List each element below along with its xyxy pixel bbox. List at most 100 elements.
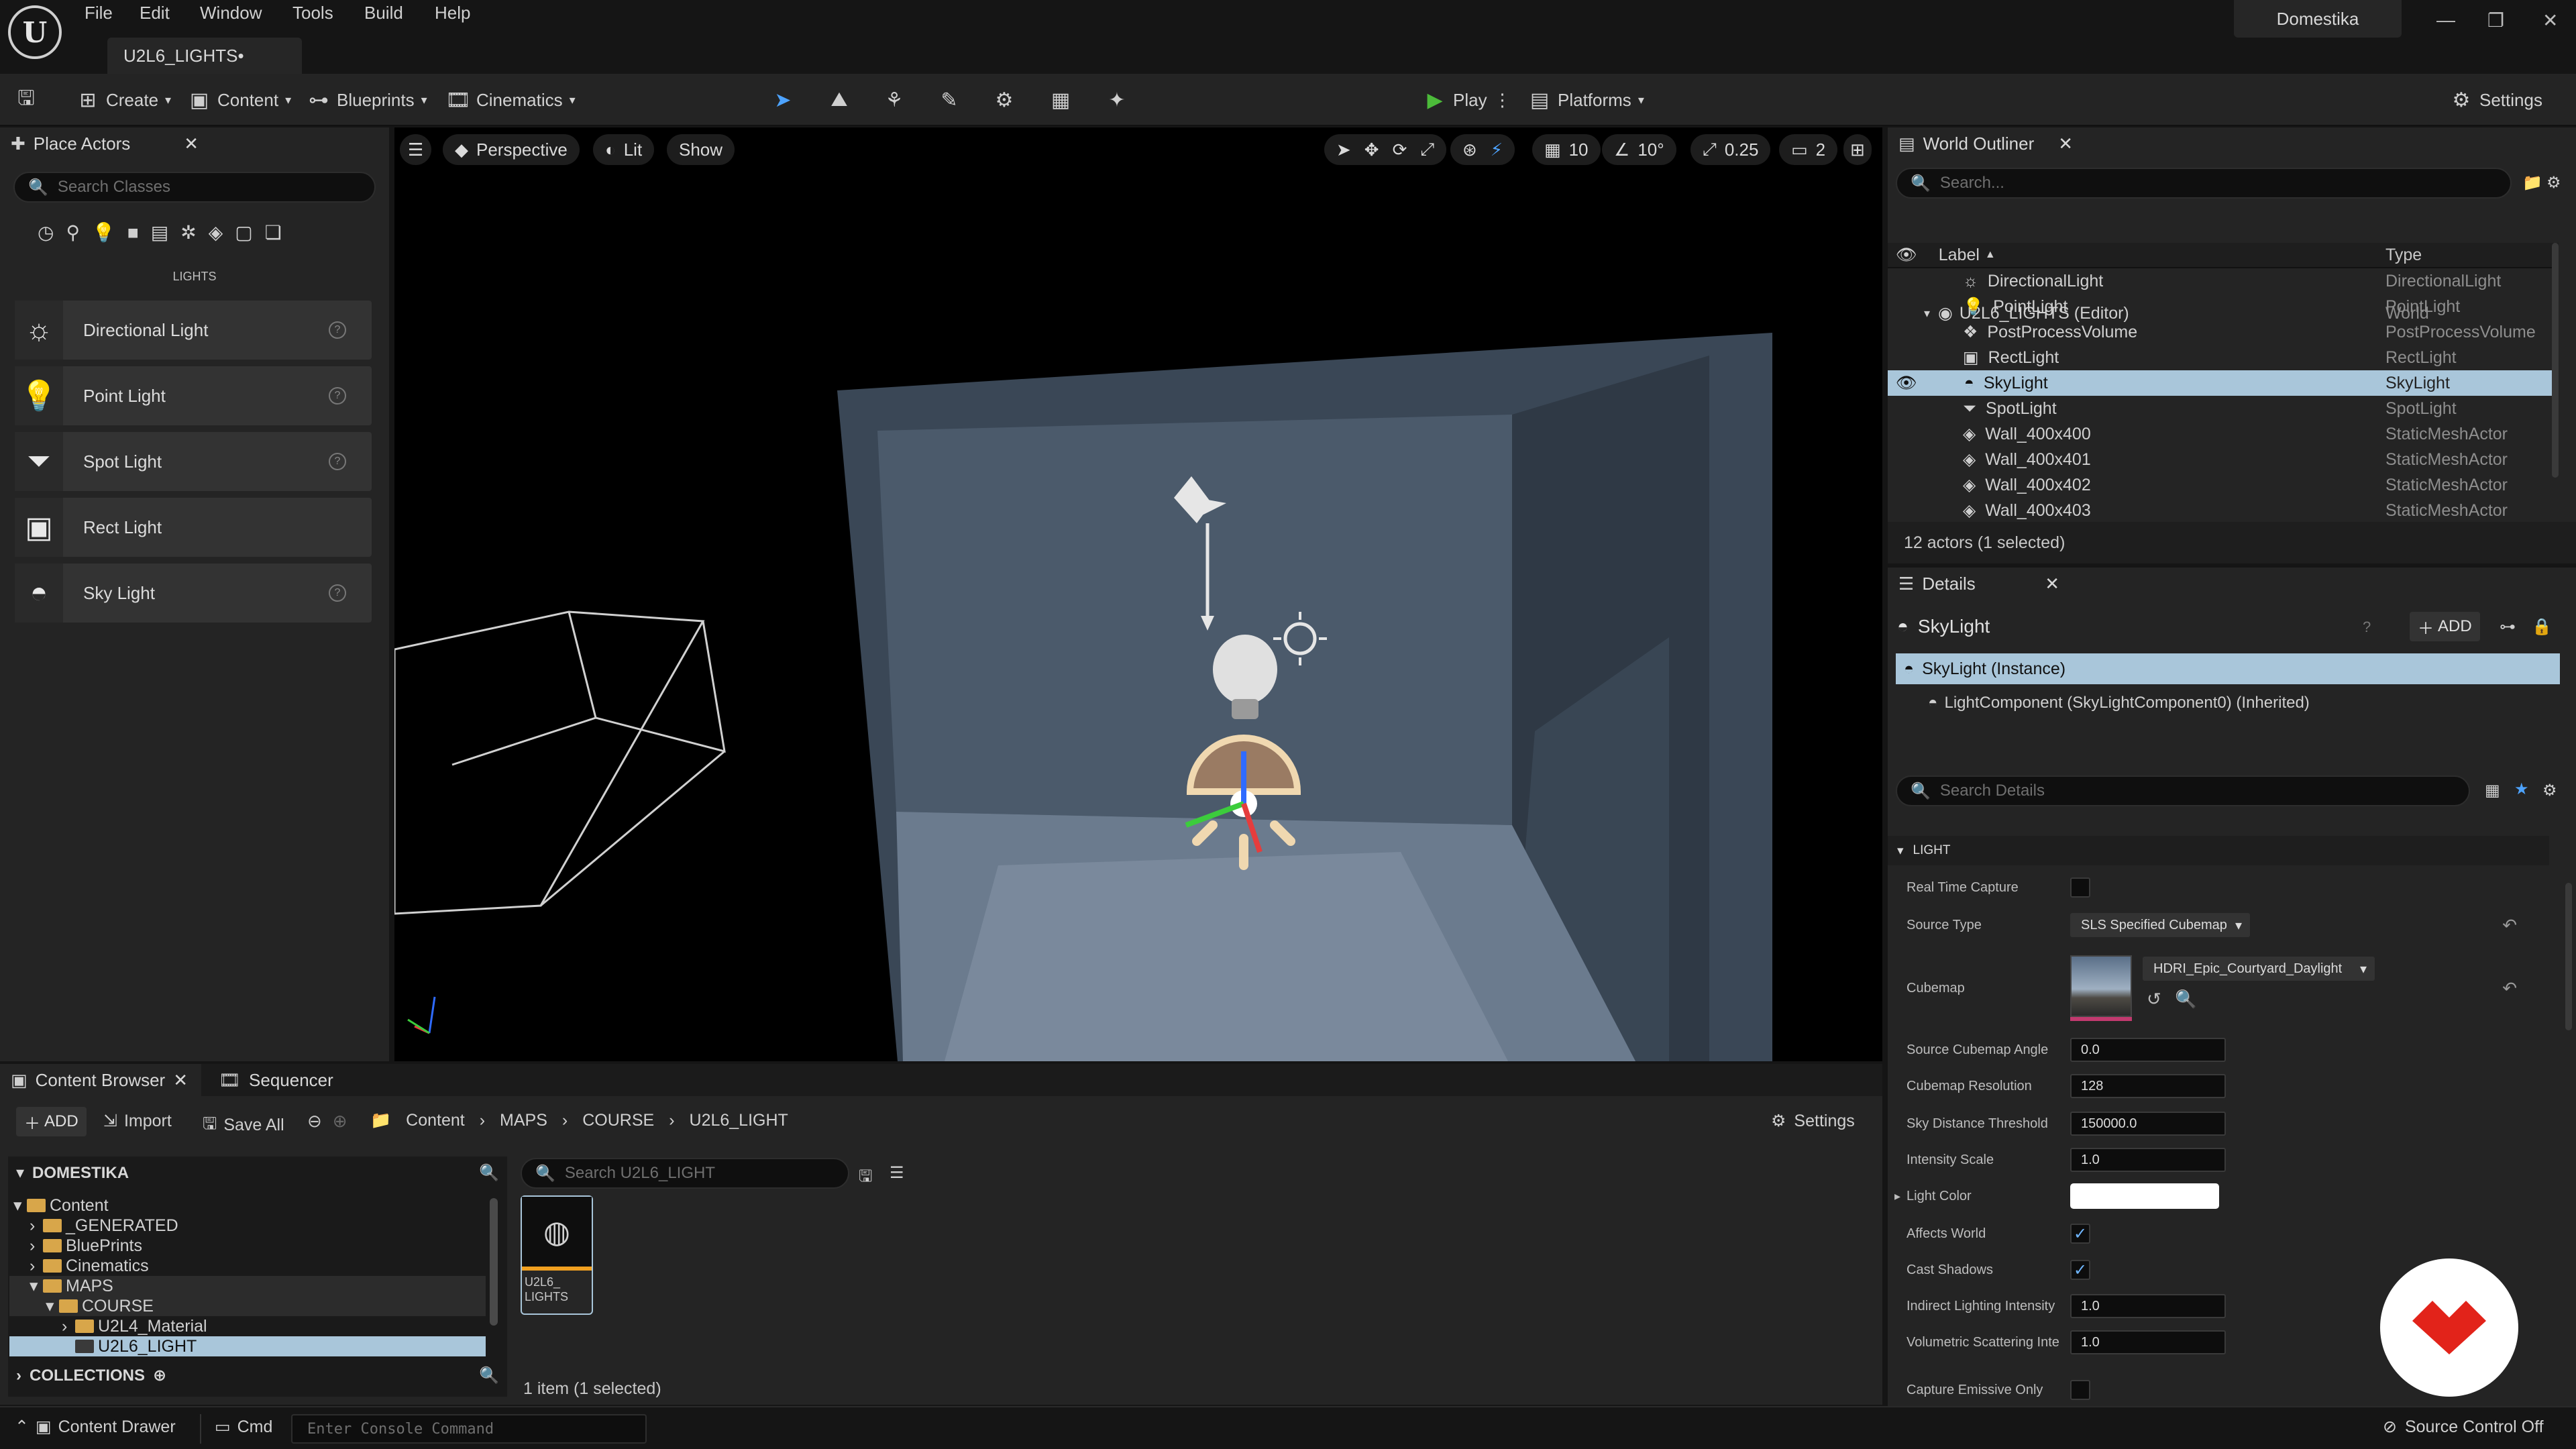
save-all-button[interactable]: 🖫 Save All xyxy=(203,1111,284,1140)
search-icon[interactable]: 🔍 xyxy=(479,1163,499,1183)
light-color-swatch[interactable] xyxy=(2070,1183,2219,1209)
viewport-options-button[interactable]: ☰ xyxy=(400,134,432,165)
add-folder-icon[interactable]: 📁 xyxy=(2522,173,2542,193)
indirect-lighting-intensity-field[interactable]: 1.0 xyxy=(2070,1294,2226,1318)
settings-button[interactable]: ⚙ Settings xyxy=(2450,74,2542,126)
outliner-row-wall-400x401[interactable]: ◈ Wall_400x401 StaticMeshActor xyxy=(1888,447,2552,472)
light-section-header[interactable]: ▾ LIGHT xyxy=(1888,836,2549,865)
select-mode-icon[interactable]: ➤ xyxy=(771,74,794,126)
tree-item-maps[interactable]: ▾ MAPS xyxy=(9,1276,486,1296)
content-drawer-button[interactable]: ⌃ ▣ Content Drawer xyxy=(15,1417,176,1437)
cubemap-resolution-field[interactable]: 128 xyxy=(2070,1074,2226,1098)
outliner-row-skylight[interactable]: 👁 ◓ SkyLight SkyLight xyxy=(1888,370,2552,396)
outliner-scrollbar[interactable] xyxy=(2552,243,2559,478)
menu-tools[interactable]: Tools xyxy=(292,3,333,23)
help-icon[interactable]: ? xyxy=(2363,619,2371,636)
search-details-input[interactable]: 🔍 Search Details xyxy=(1896,775,2470,806)
surface-snap-icon[interactable]: ⚡ xyxy=(1491,140,1503,160)
outliner-search-input[interactable]: 🔍 Search... xyxy=(1896,168,2512,199)
modeling-mode-icon[interactable]: ⚙ xyxy=(993,74,1016,126)
menu-edit[interactable]: Edit xyxy=(140,3,170,23)
content-add-button[interactable]: ＋ ADD xyxy=(16,1107,87,1136)
close-tab-icon[interactable]: ✕ xyxy=(173,1070,188,1091)
tree-root[interactable]: ▾ DOMESTIKA 🔍 xyxy=(16,1163,499,1183)
component-row[interactable]: ◓ LightComponent (SkyLightComponent0) (In… xyxy=(1928,694,2310,712)
cubemap-thumbnail[interactable] xyxy=(2070,955,2132,1017)
lock-icon[interactable]: 🔒 xyxy=(2532,617,2552,637)
fracture-mode-icon[interactable]: ▦ xyxy=(1049,74,1072,126)
favorite-star-icon[interactable]: ★ xyxy=(2514,780,2529,799)
platforms-button[interactable]: ▤ Platforms ▾ xyxy=(1528,74,1644,126)
all-classes-icon[interactable]: ❏ xyxy=(265,221,282,244)
close-window-icon[interactable]: ✕ xyxy=(2542,9,2558,32)
sequencer-tab[interactable]: 🎞 Sequencer xyxy=(208,1064,356,1096)
rotation-snap-button[interactable]: ∠ 10° xyxy=(1602,134,1676,165)
menu-file[interactable]: File xyxy=(85,3,113,23)
point-light-item[interactable]: 💡 Point Light ? xyxy=(15,366,372,425)
basic-icon[interactable]: ⚲ xyxy=(66,221,80,244)
outliner-row-wall-400x403[interactable]: ◈ Wall_400x403 StaticMeshActor xyxy=(1888,498,2552,523)
grid-snap-button[interactable]: ▦ 10 xyxy=(1532,134,1601,165)
visibility-icon[interactable]: 👁 xyxy=(1896,374,1917,393)
menu-build[interactable]: Build xyxy=(364,3,403,23)
asset-search-input[interactable]: 🔍 Search U2L6_LIGHT xyxy=(521,1158,849,1189)
show-button[interactable]: Show xyxy=(667,134,735,165)
tree-item-blueprints[interactable]: › BluePrints xyxy=(9,1236,486,1256)
shapes-icon[interactable]: ■ xyxy=(127,222,139,244)
breadcrumb-u2l6-light[interactable]: U2L6_LIGHT xyxy=(690,1111,788,1130)
mesh-paint-mode-icon[interactable]: ✎ xyxy=(938,74,961,126)
details-tab[interactable]: ☰ Details ✕ xyxy=(1888,568,2069,600)
scale-snap-button[interactable]: ⤢ 0.25 xyxy=(1690,134,1771,165)
tree-item-u2l4-material[interactable]: › U2L4_Material xyxy=(9,1316,486,1336)
minimize-icon[interactable]: — xyxy=(2436,9,2455,31)
visual-effects-icon[interactable]: ✲ xyxy=(180,221,196,244)
create-button[interactable]: ⊞ Create ▾ xyxy=(76,74,171,126)
help-icon[interactable]: ? xyxy=(329,321,346,339)
outliner-settings-icon[interactable]: ⚙ xyxy=(2546,173,2561,193)
map-tab[interactable]: U2L6_LIGHTS• xyxy=(107,38,302,74)
outliner-row-directionallight[interactable]: ☼ DirectionalLight DirectionalLight xyxy=(1888,268,2552,294)
add-collection-icon[interactable]: ⊕ xyxy=(153,1366,166,1385)
directional-light-item[interactable]: ☼ Directional Light ? xyxy=(15,301,372,360)
reset-icon[interactable]: ↶ xyxy=(2502,978,2517,999)
cmd-button[interactable]: ▭ Cmd xyxy=(215,1417,272,1437)
cubemap-asset-picker[interactable]: HDRI_Epic_Courtyard_Daylight ▾ xyxy=(2143,957,2375,981)
outliner-row-pointlight[interactable]: 💡 PointLight PointLight xyxy=(1888,294,2552,319)
outliner-row-wall-400x400[interactable]: ◈ Wall_400x400 StaticMeshActor xyxy=(1888,421,2552,447)
filter-icon[interactable]: ☰ xyxy=(890,1163,904,1183)
geometry-icon[interactable]: ◈ xyxy=(209,221,223,244)
reset-icon[interactable]: ↶ xyxy=(2502,915,2517,936)
tree-scrollbar[interactable] xyxy=(490,1198,498,1326)
back-icon[interactable]: ⊖ xyxy=(307,1111,322,1132)
help-icon[interactable]: ? xyxy=(329,584,346,602)
browse-back-icon[interactable]: ↺ xyxy=(2147,989,2161,1010)
save-icon[interactable]: 🖫 xyxy=(15,74,38,126)
recent-icon[interactable]: ◷ xyxy=(38,221,54,244)
landscape-mode-icon[interactable]: ⛰ xyxy=(828,74,851,126)
source-type-dropdown[interactable]: SLS Specified Cubemap ▾ xyxy=(2070,913,2250,937)
save-search-icon[interactable]: 🖫 xyxy=(859,1165,872,1192)
close-tab-icon[interactable]: ✕ xyxy=(2045,574,2059,594)
visibility-icon[interactable]: 👁 xyxy=(1896,246,1917,265)
breadcrumb-maps[interactable]: MAPS xyxy=(500,1111,547,1130)
menu-help[interactable]: Help xyxy=(435,3,470,23)
intensity-scale-field[interactable]: 1.0 xyxy=(2070,1148,2226,1172)
breadcrumb-course[interactable]: COURSE xyxy=(582,1111,654,1130)
play-button[interactable]: ▶ Play ⋮ xyxy=(1424,74,1511,126)
details-scrollbar[interactable] xyxy=(2565,883,2572,1030)
outliner-row-rectlight[interactable]: ▣ RectLight RectLight xyxy=(1888,345,2552,370)
help-icon[interactable]: ? xyxy=(329,387,346,405)
close-tab-icon[interactable]: ✕ xyxy=(184,133,199,154)
translate-icon[interactable]: ✥ xyxy=(1364,140,1379,160)
add-component-button[interactable]: ＋ ADD xyxy=(2410,612,2480,641)
camera-speed-button[interactable]: ▭ 2 xyxy=(1779,134,1838,165)
real-time-capture-checkbox[interactable] xyxy=(2070,877,2090,898)
source-cubemap-angle-field[interactable]: 0.0 xyxy=(2070,1038,2226,1062)
world-local-icon[interactable]: ⊛ xyxy=(1462,140,1477,160)
layout-button[interactable]: ⊞ xyxy=(1843,134,1872,165)
content-settings-button[interactable]: ⚙ Settings xyxy=(1771,1111,1855,1131)
import-button[interactable]: ⇲ Import xyxy=(103,1111,172,1131)
blueprint-icon[interactable]: ⊶ xyxy=(2500,617,2516,637)
animation-mode-icon[interactable]: ✦ xyxy=(1106,74,1128,126)
asset-tile-u2l6-lights[interactable]: ◍ U2L6_ LIGHTS xyxy=(521,1195,593,1315)
